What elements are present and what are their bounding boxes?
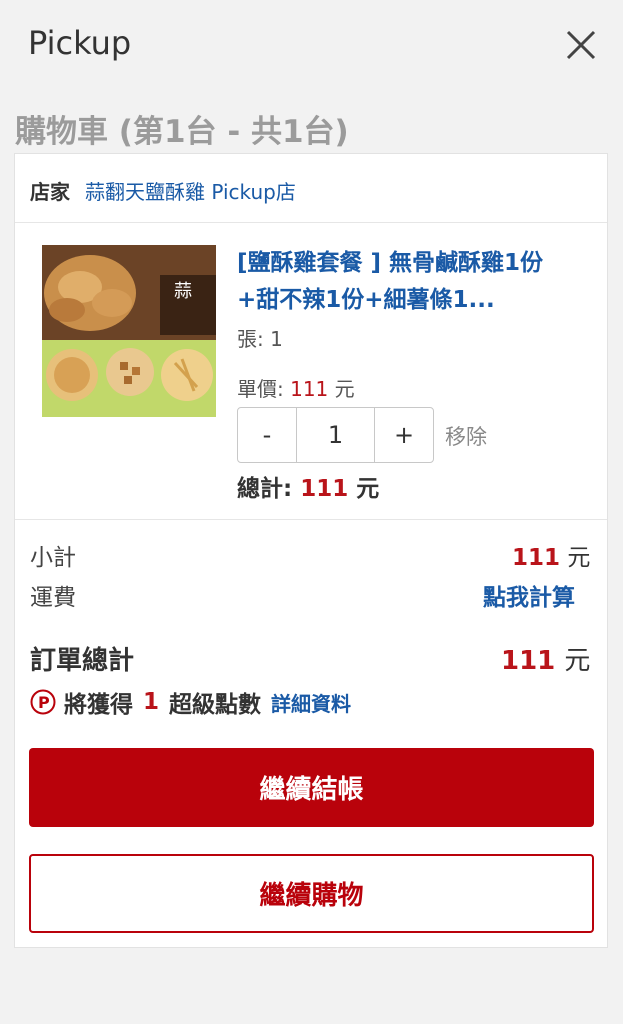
item-total: 總計: 111 元 (237, 469, 379, 503)
shipping-label: 運費 (30, 585, 76, 611)
close-icon (566, 30, 596, 60)
item-name-link[interactable]: [鹽酥雞套餐 ] 無骨鹹酥雞1份+甜不辣1份+細薯條1... (237, 245, 577, 319)
decrease-quantity-button[interactable]: - (238, 408, 296, 462)
cart-card: 店家 蒜翻天鹽酥雞 Pickup店 蒜 [鹽酥雞套餐] 無骨鹹酥雞1份+甜不辣… (14, 153, 608, 948)
svg-text:蒜: 蒜 (174, 281, 192, 302)
subtotal-value: 111 元 (512, 538, 590, 572)
unit-price-currency: 元 (334, 377, 355, 401)
unit-price-value: 111 (290, 377, 329, 401)
subtotal-label: 小計 (30, 545, 76, 571)
quantity-stepper: - 1 + (237, 407, 434, 463)
subtotal-currency: 元 (567, 545, 591, 571)
product-photo-icon: 蒜 (42, 245, 216, 417)
store-name-link[interactable]: 蒜翻天鹽酥雞 Pickup店 (85, 176, 296, 205)
unit-price: 單價: 111 元 (237, 373, 355, 402)
points-amount: 1 (143, 689, 160, 715)
order-total-value: 111 元 (501, 640, 590, 677)
points-row: P 將獲得 1 超級點數 詳細資料 (30, 685, 351, 719)
close-button[interactable] (560, 24, 602, 66)
increase-quantity-button[interactable]: + (375, 408, 433, 462)
item-qty-note: 張: 1 (237, 327, 283, 351)
item-total-label: 總計: (237, 476, 293, 502)
store-label: 店家 (30, 180, 70, 204)
cart-title: 購物車 (第1台 - 共1台) (15, 114, 349, 150)
order-total-label: 訂單總計 (30, 646, 135, 676)
subtotal-amount: 111 (512, 545, 561, 571)
order-total-amount: 111 (501, 646, 556, 676)
points-detail-link[interactable]: 詳細資料 (271, 688, 351, 717)
product-image[interactable]: 蒜 (42, 245, 216, 417)
continue-shopping-button[interactable]: 繼續購物 (29, 854, 594, 933)
remove-item-link[interactable]: 移除 (445, 421, 487, 451)
svg-text:P: P (38, 693, 50, 712)
page-title: Pickup (28, 24, 132, 62)
points-suffix: 超級點數 (169, 692, 262, 718)
checkout-button[interactable]: 繼續結帳 (29, 748, 594, 827)
quantity-input[interactable]: 1 (296, 408, 375, 462)
order-total-currency: 元 (564, 646, 591, 676)
points-p-icon: P (30, 689, 56, 715)
cart-item: 蒜 [鹽酥雞套餐 ] 無骨鹹酥雞1份+甜不辣1份+細薯條1... 張: 1 單價… (15, 223, 607, 520)
store-row: 店家 蒜翻天鹽酥雞 Pickup店 (15, 154, 607, 223)
calculate-shipping-link[interactable]: 點我計算 (483, 578, 575, 612)
item-total-value: 111 (300, 476, 349, 502)
points-prefix: 將獲得 (64, 692, 133, 718)
unit-price-label: 單價: (237, 377, 284, 401)
header: Pickup (0, 0, 623, 92)
item-total-currency: 元 (356, 476, 380, 502)
